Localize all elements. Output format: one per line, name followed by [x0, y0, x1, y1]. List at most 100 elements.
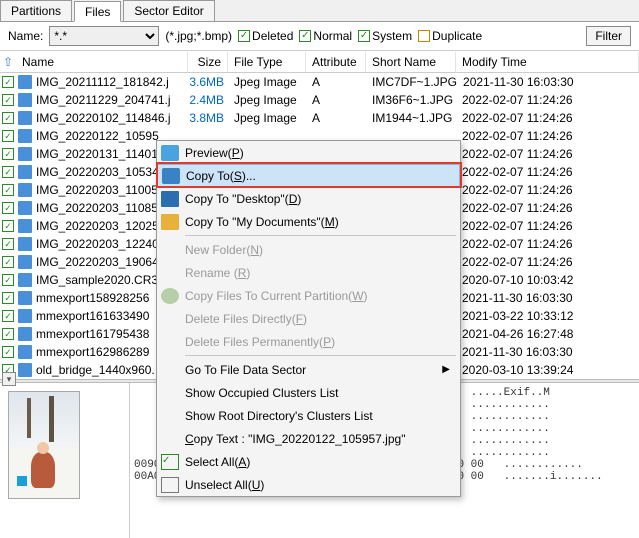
file-short: IMC7DF~1.JPG — [366, 75, 457, 89]
col-attr[interactable]: Attribute — [306, 52, 366, 72]
row-checkbox[interactable]: ✓ — [2, 76, 14, 88]
file-type: Jpeg Image — [228, 111, 306, 125]
file-icon — [18, 165, 32, 179]
chk-duplicate[interactable]: Duplicate — [418, 29, 482, 43]
file-mod: 2022-02-07 11:24:26 — [456, 93, 639, 107]
file-mod: 2022-02-07 11:24:26 — [456, 219, 639, 233]
col-name[interactable]: Name — [16, 52, 188, 72]
chk-system[interactable]: ✓System — [358, 29, 412, 43]
menu-goto-sector[interactable]: Go To File Data Sector▶ — [157, 358, 460, 381]
file-mod: 2021-11-30 16:03:30 — [456, 291, 639, 305]
file-mod: 2022-02-07 11:24:26 — [456, 201, 639, 215]
menu-delete-perm: Delete Files Permanently(P) — [157, 330, 460, 353]
row-checkbox[interactable]: ✓ — [2, 112, 14, 124]
main-tabs: Partitions Files Sector Editor — [0, 0, 639, 22]
name-pattern-select[interactable]: *.* — [49, 26, 159, 46]
menu-show-clusters[interactable]: Show Occupied Clusters List — [157, 381, 460, 404]
menu-delete-direct: Delete Files Directly(F) — [157, 307, 460, 330]
row-checkbox[interactable]: ✓ — [2, 238, 14, 250]
row-checkbox[interactable]: ✓ — [2, 148, 14, 160]
file-short: IM36F6~1.JPG — [366, 93, 456, 107]
table-row[interactable]: ✓ IMG_20220102_114846.j 3.8MB Jpeg Image… — [0, 109, 639, 127]
menu-unselect-all[interactable]: Unselect All(U) — [157, 473, 460, 496]
file-icon — [18, 147, 32, 161]
context-menu: Preview(P) Copy To(S)... Copy To "Deskto… — [156, 140, 461, 497]
row-checkbox[interactable]: ✓ — [2, 220, 14, 232]
row-checkbox[interactable]: ✓ — [2, 130, 14, 142]
file-mod: 2022-02-07 11:24:26 — [456, 183, 639, 197]
column-headers: ⇧ Name Size File Type Attribute Short Na… — [0, 51, 639, 73]
folder-icon — [161, 214, 179, 230]
tab-sector-editor[interactable]: Sector Editor — [123, 0, 214, 21]
menu-preview[interactable]: Preview(P) — [157, 141, 460, 164]
menu-copy-text[interactable]: Copy Text : "IMG_20220122_105957.jpg" — [157, 427, 460, 450]
file-mod: 2021-11-30 16:03:30 — [456, 345, 639, 359]
menu-new-folder: New Folder(N) — [157, 238, 460, 261]
col-type[interactable]: File Type — [228, 52, 306, 72]
tab-partitions[interactable]: Partitions — [0, 0, 72, 21]
col-mod[interactable]: Modify Time — [456, 52, 639, 72]
file-mod: 2021-04-26 16:27:48 — [456, 327, 639, 341]
file-icon — [18, 255, 32, 269]
menu-copy-to[interactable]: Copy To(S)... — [157, 164, 460, 187]
tab-files[interactable]: Files — [74, 1, 121, 22]
file-mod: 2022-02-07 11:24:26 — [456, 165, 639, 179]
recycle-icon — [161, 288, 179, 304]
table-row[interactable]: ✓ IMG_20211112_181842.j 3.6MB Jpeg Image… — [0, 73, 639, 91]
file-mod: 2022-02-07 11:24:26 — [456, 237, 639, 251]
file-type: Jpeg Image — [228, 75, 306, 89]
file-icon — [18, 291, 32, 305]
row-checkbox[interactable]: ✓ — [2, 292, 14, 304]
menu-select-all[interactable]: ✓Select All(A) — [157, 450, 460, 473]
chk-normal[interactable]: ✓Normal — [299, 29, 352, 43]
file-icon — [18, 75, 32, 89]
up-folder-icon[interactable]: ⇧ — [0, 55, 16, 69]
file-mod: 2022-02-07 11:24:26 — [456, 129, 639, 143]
file-type: Jpeg Image — [228, 93, 306, 107]
file-icon — [18, 183, 32, 197]
file-icon — [18, 273, 32, 287]
file-mod: 2022-02-07 11:24:26 — [456, 147, 639, 161]
row-checkbox[interactable]: ✓ — [2, 328, 14, 340]
file-icon — [18, 93, 32, 107]
ext-hint: (*.jpg;*.bmp) — [165, 29, 232, 43]
row-checkbox[interactable]: ✓ — [2, 310, 14, 322]
file-icon — [18, 237, 32, 251]
file-icon — [18, 201, 32, 215]
file-icon — [18, 327, 32, 341]
submenu-arrow-icon: ▶ — [442, 364, 450, 375]
menu-show-root[interactable]: Show Root Directory's Clusters List — [157, 404, 460, 427]
menu-copy-docs[interactable]: Copy To "My Documents"(M) — [157, 210, 460, 233]
thumbnail-image — [8, 391, 80, 499]
file-short: IM1944~1.JPG — [366, 111, 456, 125]
uncheck-icon — [161, 477, 179, 493]
row-checkbox[interactable]: ✓ — [2, 166, 14, 178]
file-size: 2.4MB — [188, 93, 228, 107]
copy-icon — [162, 168, 180, 184]
chk-deleted[interactable]: ✓Deleted — [238, 29, 293, 43]
menu-copy-partition: Copy Files To Current Partition(W) — [157, 284, 460, 307]
row-checkbox[interactable]: ✓ — [2, 202, 14, 214]
file-mod: 2020-03-10 13:39:24 — [456, 363, 639, 377]
select-toggle-button[interactable]: ▾ — [2, 372, 16, 386]
file-mod: 2021-03-22 10:33:12 — [456, 309, 639, 323]
filter-bar: Name: *.* (*.jpg;*.bmp) ✓Deleted ✓Normal… — [0, 22, 639, 51]
row-checkbox[interactable]: ✓ — [2, 94, 14, 106]
menu-copy-desktop[interactable]: Copy To "Desktop"(D) — [157, 187, 460, 210]
row-checkbox[interactable]: ✓ — [2, 256, 14, 268]
file-name: IMG_20211112_181842.j — [36, 75, 188, 89]
row-checkbox[interactable]: ✓ — [2, 184, 14, 196]
file-icon — [18, 219, 32, 233]
table-row[interactable]: ✓ IMG_20211229_204741.j 2.4MB Jpeg Image… — [0, 91, 639, 109]
col-size[interactable]: Size — [188, 52, 228, 72]
col-short[interactable]: Short Name — [366, 52, 456, 72]
thumbnail-pane — [0, 383, 130, 538]
file-icon — [18, 129, 32, 143]
file-name: IMG_20220102_114846.j — [36, 111, 188, 125]
row-checkbox[interactable]: ✓ — [2, 274, 14, 286]
file-attr: A — [306, 111, 366, 125]
file-icon — [18, 345, 32, 359]
file-attr: A — [306, 75, 366, 89]
filter-button[interactable]: Filter — [586, 26, 631, 46]
row-checkbox[interactable]: ✓ — [2, 346, 14, 358]
